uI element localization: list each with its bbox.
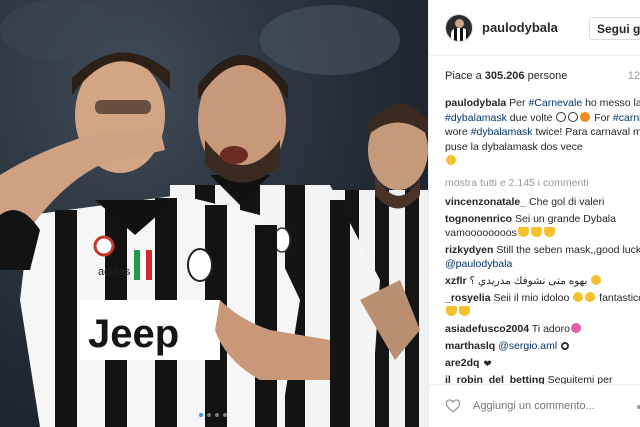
- comment-list: vincenzonatale_ Che gol di valeri tognon…: [429, 195, 640, 387]
- comment-username[interactable]: asiadefusco2004: [445, 323, 529, 335]
- hashtag-link[interactable]: #dybalamask: [471, 126, 533, 138]
- post-sidebar: paulodybala Segui già Piace a 305.206 pe…: [428, 0, 640, 427]
- comment-username[interactable]: xzflr: [445, 275, 467, 287]
- heart-emoji-icon: [570, 322, 581, 333]
- clap-emoji-icon: [459, 305, 470, 316]
- comment-username[interactable]: marthaslq: [445, 340, 495, 352]
- post-caption: paulodybala Per #Carnevale ho messo la #…: [429, 96, 640, 169]
- kit-brand: adidas: [98, 266, 131, 278]
- comment: rizkydyen Still the seben mask,,good luc…: [445, 243, 640, 270]
- mention-link[interactable]: @paulodybala: [445, 258, 512, 270]
- emoji-icon: [580, 111, 591, 122]
- heart-icon[interactable]: [445, 398, 461, 414]
- comment-username[interactable]: vincenzonatale_: [445, 196, 526, 208]
- post-timestamp[interactable]: 12: [628, 70, 640, 82]
- header-username[interactable]: paulodybala: [482, 20, 558, 35]
- comment: tognonenrico Sei un grande Dybala vamooo…: [445, 212, 616, 239]
- likes-row: Piace a 305.206 persone 12: [429, 56, 640, 96]
- laugh-emoji-icon: [591, 274, 602, 285]
- carousel-dot[interactable]: [207, 413, 211, 417]
- clap-emoji-icon: [530, 226, 542, 237]
- carousel-dot[interactable]: [199, 413, 203, 417]
- likes-count[interactable]: Piace a 305.206 persone: [445, 70, 567, 82]
- comment: vincenzonatale_ Che gol di valeri: [445, 195, 605, 208]
- add-comment-input[interactable]: [473, 400, 613, 412]
- comment: marthaslq @sergio.aml: [445, 339, 640, 353]
- hashtag-link[interactable]: #carnival: [613, 112, 640, 124]
- comment: are2dq ❤: [445, 356, 640, 370]
- avatar[interactable]: [445, 13, 473, 42]
- view-all-comments-link[interactable]: mostra tutti e 2.145 i commenti: [429, 169, 640, 195]
- eye-emoji-icon: [561, 341, 570, 350]
- clap-emoji-icon: [517, 226, 529, 237]
- carousel-dot[interactable]: [215, 413, 219, 417]
- jersey-sponsor: Jeep: [88, 312, 179, 356]
- caption-username[interactable]: paulodybala: [445, 97, 506, 109]
- post-photo[interactable]: adidas Jeep: [0, 0, 428, 427]
- mask-emoji-icon: [556, 111, 567, 122]
- comment-username[interactable]: rizkydyen: [445, 244, 493, 256]
- comment: xzflr بهوه متى نشوفك مدريدي ؟: [445, 274, 640, 288]
- comment: asiadefusco2004 Ti adoro: [445, 322, 640, 336]
- players-illustration: adidas Jeep: [0, 0, 428, 427]
- heart-eyes-emoji-icon: [573, 291, 584, 302]
- mention-link[interactable]: @sergio.aml: [498, 340, 557, 352]
- comment-username[interactable]: tognonenrico: [445, 213, 512, 225]
- follow-button[interactable]: Segui già: [589, 17, 640, 40]
- add-comment-bar: [429, 384, 640, 427]
- hashtag-link[interactable]: #dybalamask: [445, 112, 507, 124]
- comment-username[interactable]: are2dq: [445, 357, 479, 369]
- hashtag-link[interactable]: #Carnevale: [528, 97, 582, 109]
- carousel-dot[interactable]: [223, 413, 227, 417]
- comment-username[interactable]: _rosyelia: [445, 292, 491, 304]
- post-header: paulodybala Segui già: [429, 0, 640, 56]
- clap-emoji-icon: [446, 305, 457, 316]
- carousel-indicator[interactable]: [199, 413, 227, 417]
- smile-emoji-icon: [446, 155, 456, 165]
- clap-emoji-icon: [543, 226, 555, 237]
- heart-eyes-emoji-icon: [585, 291, 596, 302]
- mask-emoji-icon: [568, 111, 579, 122]
- comment: _rosyelia Seii il mio idoloo fantastico: [445, 291, 640, 319]
- heart-emoji-icon: ❤: [483, 358, 492, 370]
